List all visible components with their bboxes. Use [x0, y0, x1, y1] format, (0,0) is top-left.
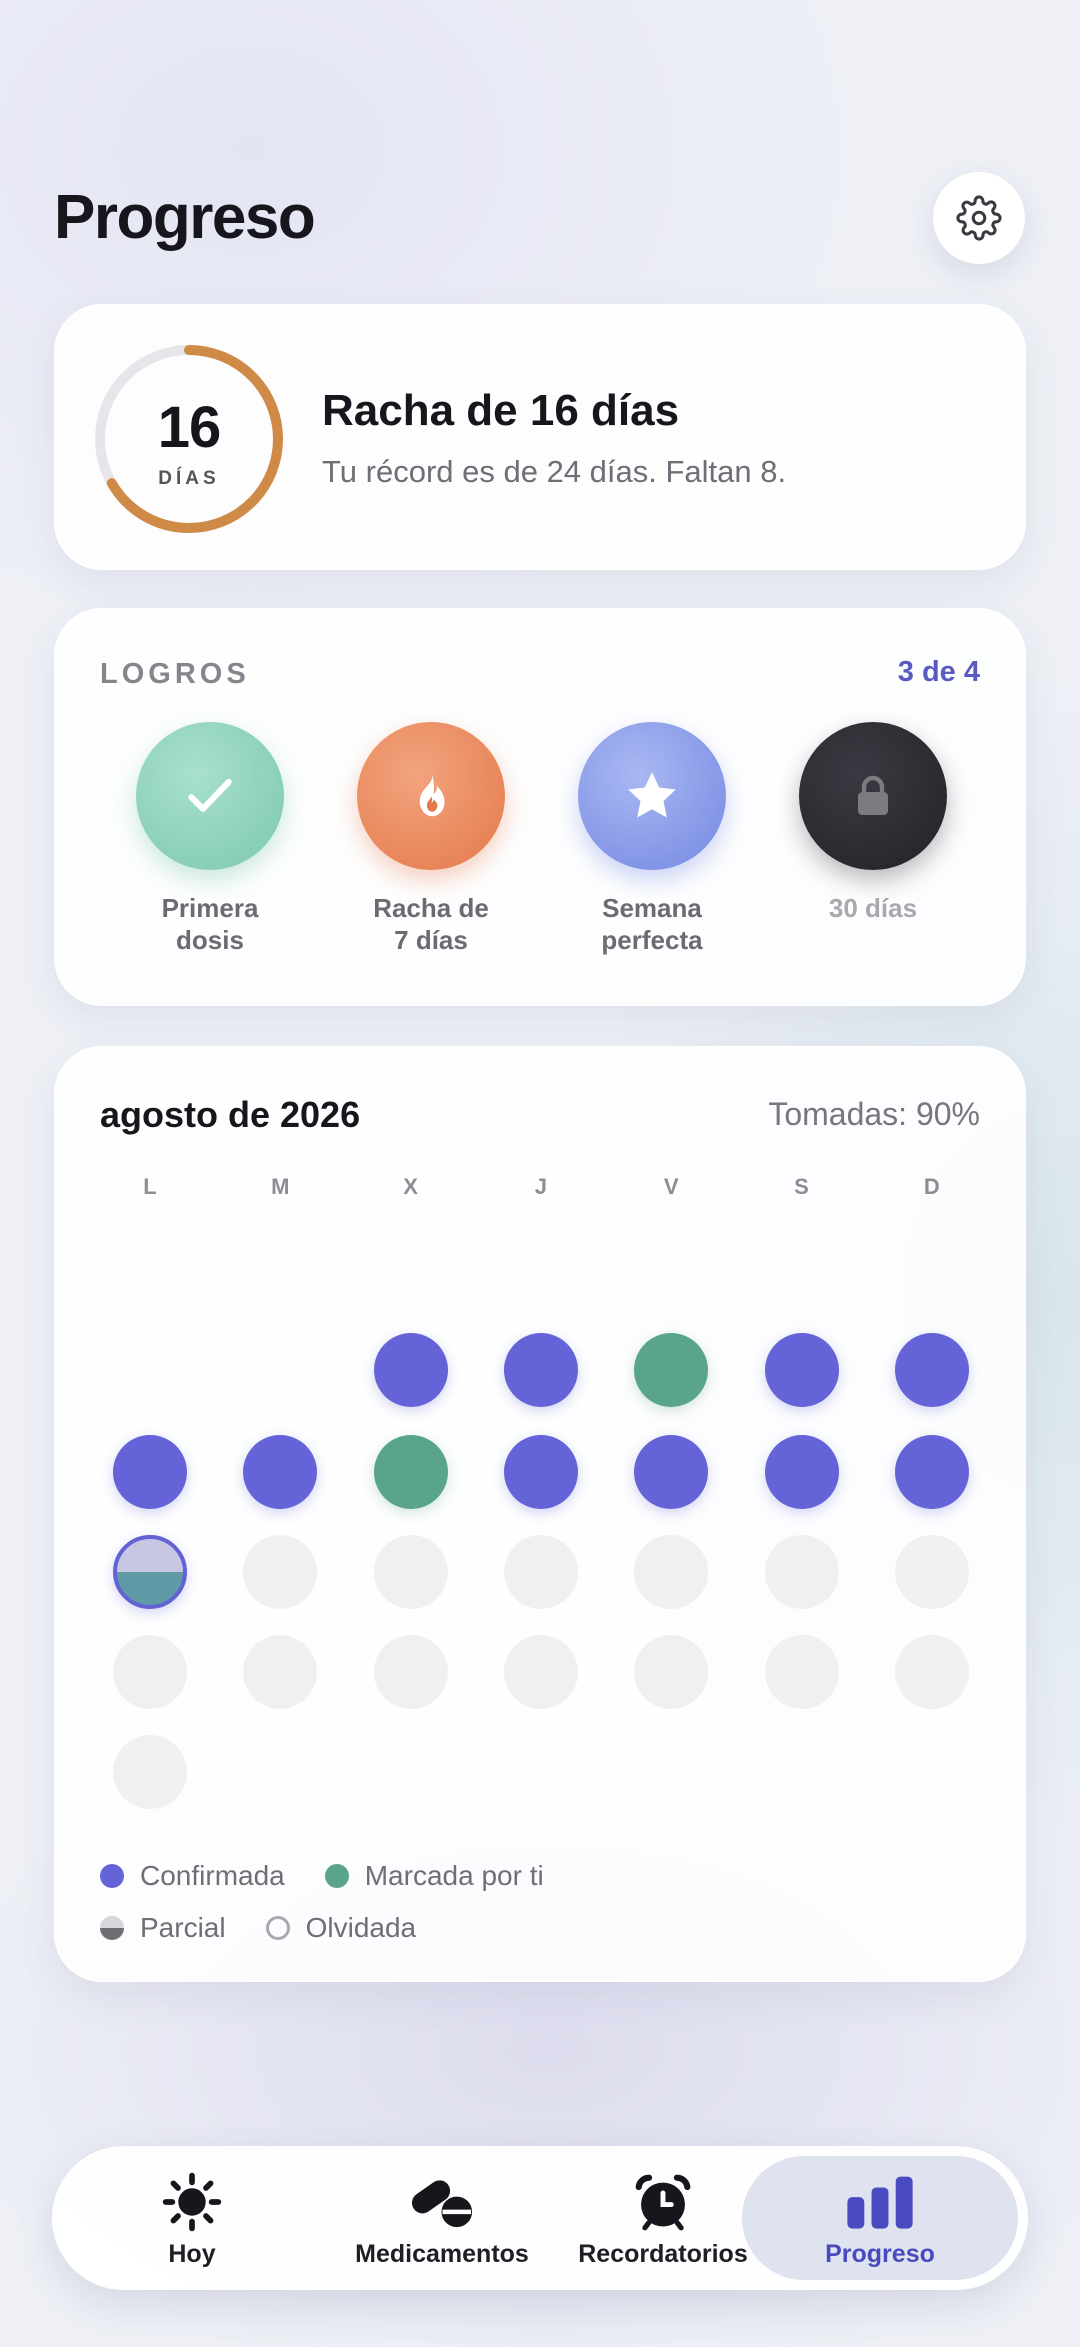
tab-label: Recordatorios [578, 2240, 748, 2268]
weekday-header: D [923, 1174, 940, 1199]
weekday-header: J [534, 1174, 548, 1199]
calendar-day-empty[interactable] [894, 1635, 969, 1709]
tab-label: Medicamentos [355, 2240, 529, 2268]
calendar-day-confirmed[interactable] [764, 1333, 839, 1407]
calendar-day-empty[interactable] [894, 1535, 969, 1609]
legend-row-2: Parcial Olvidada [100, 1912, 456, 1944]
pills-icon [411, 2180, 473, 2228]
weekday-header: X [403, 1174, 418, 1199]
legend-dot-missed [265, 1916, 290, 1940]
calendar-day-confirmed[interactable] [894, 1435, 969, 1509]
weekday-header: M [271, 1174, 290, 1199]
checkmark-icon [188, 778, 232, 812]
streak-days-unit: DÍAS [158, 468, 220, 489]
calendar-day-empty[interactable] [634, 1635, 709, 1709]
badge-label: 30 días [828, 893, 918, 923]
settings-button[interactable] [933, 172, 1025, 264]
badge-first-dose[interactable]: Primera dosis [100, 722, 320, 956]
calendar-day-confirmed[interactable] [894, 1333, 969, 1407]
badge-label: Semana perfecta [601, 893, 703, 955]
badge-circle [357, 722, 505, 870]
badge-label: Racha de 7 días [373, 893, 489, 955]
calendar-day-confirmed[interactable] [503, 1333, 578, 1407]
weekday-header: S [794, 1174, 809, 1199]
legend-marked: Marcada por ti [324, 1860, 544, 1892]
legend-dot-partial [100, 1916, 124, 1940]
calendar-day-confirmed[interactable] [764, 1435, 839, 1509]
calendar-day-empty[interactable] [503, 1535, 578, 1609]
calendar-day-empty[interactable] [243, 1635, 318, 1709]
calendar-day-empty[interactable] [764, 1535, 839, 1609]
streak-ring: 16 DÍAS [92, 342, 286, 536]
calendar-day-confirmed[interactable] [113, 1435, 187, 1509]
badge-circle [799, 722, 947, 870]
calendar-day-marked[interactable] [634, 1333, 709, 1407]
calendar-day-empty[interactable] [503, 1635, 578, 1709]
legend-missed: Olvidada [265, 1912, 416, 1944]
tab-bar: Hoy Medicamentos Recordatorios Progreso [52, 2146, 1028, 2290]
legend-partial: Parcial [100, 1912, 226, 1944]
legend-dot-marked [324, 1864, 349, 1888]
gear-icon [956, 195, 1002, 241]
streak-days-number: 16 [157, 395, 222, 460]
streak-subtitle: Tu récord es de 24 días. Faltan 8. [322, 454, 787, 489]
calendar-day-confirmed[interactable] [634, 1435, 709, 1509]
achievements-label: LOGROS [100, 658, 250, 690]
calendar-day-empty[interactable] [373, 1535, 448, 1609]
achievements-count[interactable]: 3 de 4 [898, 656, 980, 689]
badge-30-days-locked[interactable]: 30 días [763, 722, 983, 924]
sun-icon [162, 2172, 222, 2232]
calendar-card: agosto de 2026 Tomadas: 90% L M X J V S D Conf… [54, 1046, 1026, 1982]
tab-recordatorios[interactable]: Recordatorios [568, 2146, 758, 2290]
calendar-day-empty[interactable] [113, 1735, 187, 1809]
tab-label: Progreso [825, 2240, 935, 2268]
calendar-day-empty[interactable] [634, 1535, 709, 1609]
calendar-day-empty[interactable] [373, 1635, 448, 1709]
page-title: Progreso [54, 183, 316, 252]
calendar-day-empty[interactable] [764, 1635, 839, 1709]
legend-dot-confirmed [100, 1864, 124, 1888]
streak-title: Racha de 16 días [322, 386, 680, 435]
alarm-clock-icon [635, 2174, 691, 2231]
achievements-card: LOGROS 3 de 4 Primera dosis Racha de 7 día… [54, 608, 1026, 1006]
streak-card: 16 DÍAS Racha de 16 días Tu récord es de… [54, 304, 1026, 570]
legend-confirmed: Confirmada [100, 1860, 285, 1892]
tab-progreso[interactable]: Progreso [742, 2156, 1018, 2280]
calendar-day-marked[interactable] [373, 1435, 448, 1509]
calendar-day-empty[interactable] [113, 1635, 187, 1709]
weekday-header: V [663, 1174, 679, 1199]
badge-circle [136, 722, 284, 870]
lock-icon [858, 775, 888, 815]
bar-chart-icon [847, 2176, 913, 2229]
badge-streak-7[interactable]: Racha de 7 días [321, 722, 541, 956]
star-icon [628, 772, 676, 818]
calendar-day-confirmed[interactable] [243, 1435, 318, 1509]
calendar-day-confirmed[interactable] [373, 1333, 448, 1407]
flame-icon [419, 773, 445, 817]
badge-perfect-week[interactable]: Semana perfecta [542, 722, 762, 956]
calendar-rate: Tomadas: 90% [768, 1096, 980, 1132]
badge-circle [578, 722, 726, 870]
calendar-day-confirmed[interactable] [503, 1435, 578, 1509]
tab-label: Hoy [168, 2240, 216, 2268]
calendar-day-empty[interactable] [243, 1535, 318, 1609]
tab-medicamentos[interactable]: Medicamentos [322, 2146, 562, 2290]
weekday-header: L [143, 1174, 157, 1199]
legend-row-1: Confirmada Marcada por ti [100, 1860, 584, 1892]
calendar-month: agosto de 2026 [100, 1094, 361, 1135]
calendar-day-partial[interactable] [113, 1535, 187, 1609]
tab-hoy[interactable]: Hoy [112, 2146, 272, 2290]
badge-label: Primera dosis [161, 893, 259, 955]
